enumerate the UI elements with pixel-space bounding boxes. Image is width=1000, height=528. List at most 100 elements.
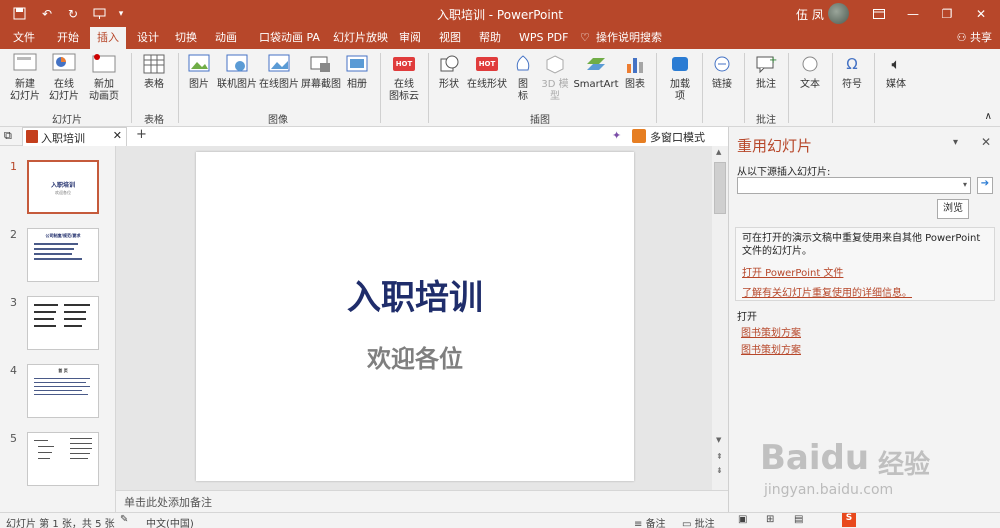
cloud-picture-icon <box>267 52 291 76</box>
user-name[interactable]: 伍 凤 <box>796 6 824 23</box>
language-status[interactable]: 中文(中国) <box>146 515 194 528</box>
document-tab[interactable]: 入职培训 ✕ <box>22 127 127 146</box>
text-label: 文本 <box>800 79 820 90</box>
online-picture-button[interactable]: 联机图片 <box>216 52 258 91</box>
close-icon[interactable]: ✕ <box>964 0 998 27</box>
close-tab-icon[interactable]: ✕ <box>113 129 122 142</box>
restore-icon[interactable]: ❐ <box>930 0 964 27</box>
learn-more-link[interactable]: 了解有关幻灯片重复使用的详细信息。 <box>742 284 912 299</box>
notes-area[interactable]: 单击此处添加备注 <box>116 490 728 512</box>
puzzle-icon[interactable]: ✦ <box>612 129 621 142</box>
online-slide-button[interactable]: 在线 幻灯片 <box>46 52 82 103</box>
scroll-thumb[interactable] <box>714 162 726 214</box>
outline-toggle-icon[interactable]: ⧉ <box>4 129 12 143</box>
slide-canvas[interactable]: 入职培训 欢迎各位 <box>196 152 634 481</box>
customize-qat-icon[interactable]: ▾ <box>112 0 130 27</box>
source-combobox[interactable]: ▾ <box>737 177 971 194</box>
symbols-button[interactable]: Ω 符号 <box>836 52 868 91</box>
slide-title[interactable]: 入职培训 <box>196 270 634 319</box>
slide-sorter-icon[interactable]: ⊞ <box>766 514 774 525</box>
ribbon-display-icon[interactable] <box>862 0 896 27</box>
scroll-down-icon[interactable]: ▼ <box>716 436 721 444</box>
minimize-icon[interactable]: — <box>896 0 930 27</box>
smartart-button[interactable]: SmartArt <box>573 52 619 91</box>
tab-review[interactable]: 审阅 <box>392 27 428 49</box>
redo-icon[interactable]: ↻ <box>60 0 86 27</box>
tab-wps-pdf[interactable]: WPS PDF <box>512 27 575 49</box>
tab-view[interactable]: 视图 <box>432 27 468 49</box>
chevron-down-icon[interactable]: ▾ <box>963 180 967 189</box>
tab-home[interactable]: 开始 <box>50 27 86 49</box>
links-label: 链接 <box>712 79 732 90</box>
recent-file-link[interactable]: 图书策划方案 <box>741 324 801 339</box>
album-button[interactable]: 相册 <box>342 52 372 91</box>
present-icon[interactable] <box>86 0 112 27</box>
icons-button[interactable]: 图 标 <box>510 52 536 103</box>
comment-button[interactable]: + 批注 <box>750 52 782 91</box>
tab-insert[interactable]: 插入 <box>90 27 126 49</box>
new-tab-icon[interactable]: + <box>136 127 147 142</box>
new-animation-page-button[interactable]: 新加 动画页 <box>84 52 124 103</box>
save-icon[interactable] <box>6 0 32 27</box>
thumb-text-line <box>38 452 52 453</box>
slide-subtitle[interactable]: 欢迎各位 <box>196 339 634 374</box>
comments-button[interactable]: ▭ 批注 <box>682 515 715 528</box>
addins-button[interactable]: 加载 项 <box>664 52 696 103</box>
open-ppt-link[interactable]: 打开 PowerPoint 文件 <box>742 264 843 279</box>
recent-file-link[interactable]: 图书策划方案 <box>741 341 801 356</box>
online-picture2-button[interactable]: 在线图片 <box>258 52 300 91</box>
undo-icon[interactable]: ↶ <box>34 0 60 27</box>
tab-help[interactable]: 帮助 <box>472 27 508 49</box>
share-button[interactable]: ⚇ 共享 <box>957 27 992 49</box>
media-button[interactable]: 🔈︎ 媒体 <box>880 52 912 91</box>
table-button[interactable]: 表格 <box>138 52 170 91</box>
thumb-text-line <box>70 438 92 439</box>
screenshot-button[interactable]: 屏幕截图 <box>300 52 342 91</box>
online-shapes-button[interactable]: HOT 在线形状 <box>466 52 508 91</box>
tab-pocket-animation[interactable]: 口袋动画 PA <box>252 27 327 49</box>
previous-slide-icon[interactable]: ⇞ <box>716 452 723 461</box>
chart-label: 图表 <box>625 79 645 90</box>
collapse-ribbon-icon[interactable]: ∧ <box>985 111 992 122</box>
text-button[interactable]: 文本 <box>794 52 826 91</box>
chart-button[interactable]: 图表 <box>620 52 650 91</box>
browse-button[interactable]: 浏览 <box>937 199 969 219</box>
tab-design[interactable]: 设计 <box>130 27 166 49</box>
group-divider <box>744 53 745 123</box>
normal-view-icon[interactable]: ▣ <box>738 514 747 525</box>
online-icon-cloud-button[interactable]: HOT 在线 图标云 <box>386 52 422 103</box>
slide-thumbnail-3[interactable] <box>27 296 99 350</box>
shapes-button[interactable]: 形状 <box>434 52 464 91</box>
go-arrow-icon[interactable]: ➔ <box>977 177 993 194</box>
tab-search[interactable]: ♡ 操作说明搜索 <box>572 27 669 49</box>
tab-file[interactable]: 文件 <box>6 27 42 49</box>
notes-button[interactable]: ≡ 备注 <box>634 515 666 528</box>
tab-slideshow[interactable]: 幻灯片放映 <box>326 27 395 49</box>
spellcheck-icon[interactable]: ✎ <box>120 514 128 525</box>
3d-model-button[interactable]: 3D 模 型 <box>540 52 570 103</box>
slide-thumbnail-4[interactable]: 首 页 <box>27 364 99 418</box>
slide-thumbnail-5[interactable] <box>27 432 99 486</box>
vertical-scrollbar[interactable]: ▲ ▼ ⇞ ⇟ <box>712 146 728 490</box>
avatar[interactable] <box>828 3 849 24</box>
tab-animations[interactable]: 动画 <box>208 27 244 49</box>
pane-close-icon[interactable]: ✕ <box>981 135 991 149</box>
group-tables-label: 表格 <box>144 115 164 126</box>
picture-button[interactable]: 图片 <box>184 52 214 91</box>
slide-thumbnail-1[interactable]: 入职培训 欢迎各位 <box>27 160 99 214</box>
multi-window-mode[interactable]: 多窗口模式 <box>650 129 705 145</box>
ime-icon[interactable]: S <box>842 513 856 527</box>
links-button[interactable]: 链接 <box>706 52 738 91</box>
online-slide-label: 在线 幻灯片 <box>49 79 79 102</box>
next-slide-icon[interactable]: ⇟ <box>716 466 723 475</box>
new-slide-button[interactable]: 新建 幻灯片 <box>6 52 44 103</box>
comment-icon: + <box>754 52 778 76</box>
tab-transitions[interactable]: 切换 <box>168 27 204 49</box>
group-comments-label: 批注 <box>756 115 776 126</box>
pane-options-icon[interactable]: ▾ <box>953 137 958 148</box>
reading-view-icon[interactable]: ▤ <box>794 514 803 525</box>
scroll-up-icon[interactable]: ▲ <box>716 148 721 156</box>
media-label: 媒体 <box>886 79 906 90</box>
slide-thumbnail-2[interactable]: 公司制度/规范/要求 <box>27 228 99 282</box>
slide-number: 1 <box>10 160 17 173</box>
